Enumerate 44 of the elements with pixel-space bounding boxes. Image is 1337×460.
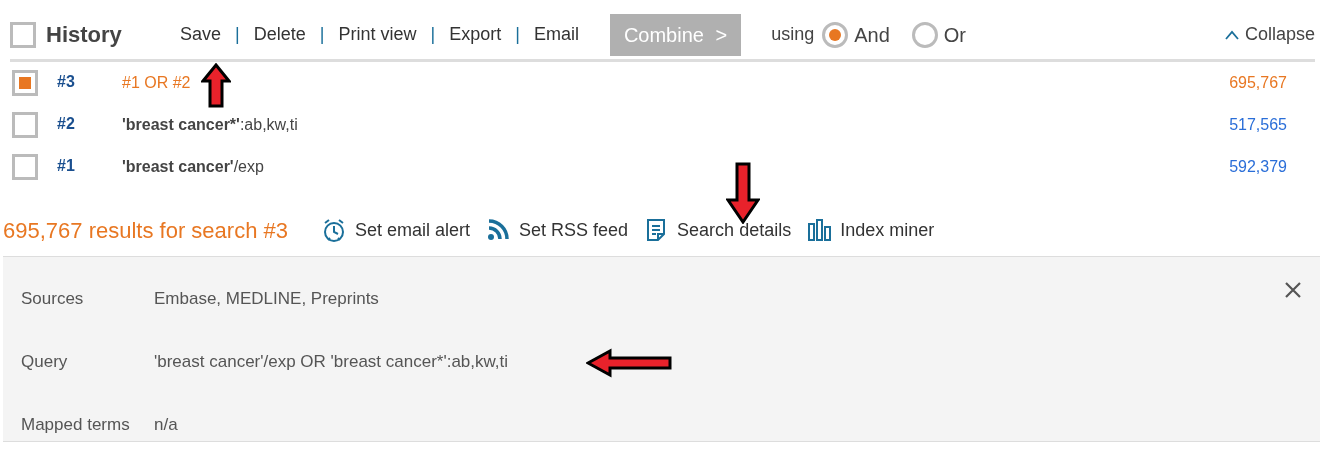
action-link[interactable]: Email xyxy=(533,21,579,48)
detail-value: n/a xyxy=(154,413,178,436)
collapse-link[interactable]: Collapse xyxy=(1244,21,1315,48)
tool-link[interactable]: Set email alert xyxy=(354,216,470,244)
bar-chart-icon xyxy=(807,218,833,242)
checkbox[interactable] xyxy=(12,112,38,138)
radio-label: And xyxy=(854,22,890,48)
search-query[interactable]: 'breast cancer*':ab,kw,ti xyxy=(122,113,298,137)
chevron-up-icon xyxy=(1224,29,1239,40)
search-number[interactable]: #3 xyxy=(57,62,122,94)
result-count[interactable]: 592,379 xyxy=(1229,155,1287,179)
search-query[interactable]: 'breast cancer'/exp xyxy=(122,155,264,179)
tool-link[interactable]: Search details xyxy=(677,216,792,244)
result-count[interactable]: 517,565 xyxy=(1229,113,1287,137)
radio-button[interactable] xyxy=(822,21,849,48)
checkbox[interactable] xyxy=(10,21,36,48)
action-link[interactable]: Print view xyxy=(338,21,417,48)
annotation-arrow xyxy=(726,162,760,224)
separator: | xyxy=(319,23,325,46)
action-link[interactable]: Export xyxy=(449,21,502,48)
detail-label: Mapped terms xyxy=(20,413,131,436)
checkbox[interactable] xyxy=(12,70,38,96)
rss-icon xyxy=(486,218,511,242)
detail-value: Embase, MEDLINE, Preprints xyxy=(154,287,379,310)
results-summary: 695,767 results for search #3 xyxy=(3,216,288,245)
annotation-arrow xyxy=(201,63,231,108)
action-link[interactable]: Delete xyxy=(253,21,306,48)
separator: | xyxy=(515,23,520,46)
separator: | xyxy=(430,23,436,46)
checkbox[interactable] xyxy=(12,154,38,180)
using-label: using xyxy=(771,23,815,46)
alarm-clock-icon xyxy=(321,218,347,242)
search-number[interactable]: #1 xyxy=(57,146,122,178)
radio-label: Or xyxy=(943,22,967,48)
radio-button[interactable] xyxy=(911,21,938,48)
separator: | xyxy=(235,23,240,46)
detail-label: Sources xyxy=(20,287,85,310)
detail-label: Query xyxy=(20,350,69,373)
detail-value: 'breast cancer'/exp OR 'breast cancer*':ab,kw,ti xyxy=(154,350,509,373)
tool-link[interactable]: Set RSS feed xyxy=(519,216,629,244)
action-link[interactable]: Save xyxy=(180,21,222,48)
tool-link[interactable]: Index miner xyxy=(840,216,935,244)
section-title: History xyxy=(46,21,123,49)
search-number[interactable]: #2 xyxy=(57,104,122,136)
